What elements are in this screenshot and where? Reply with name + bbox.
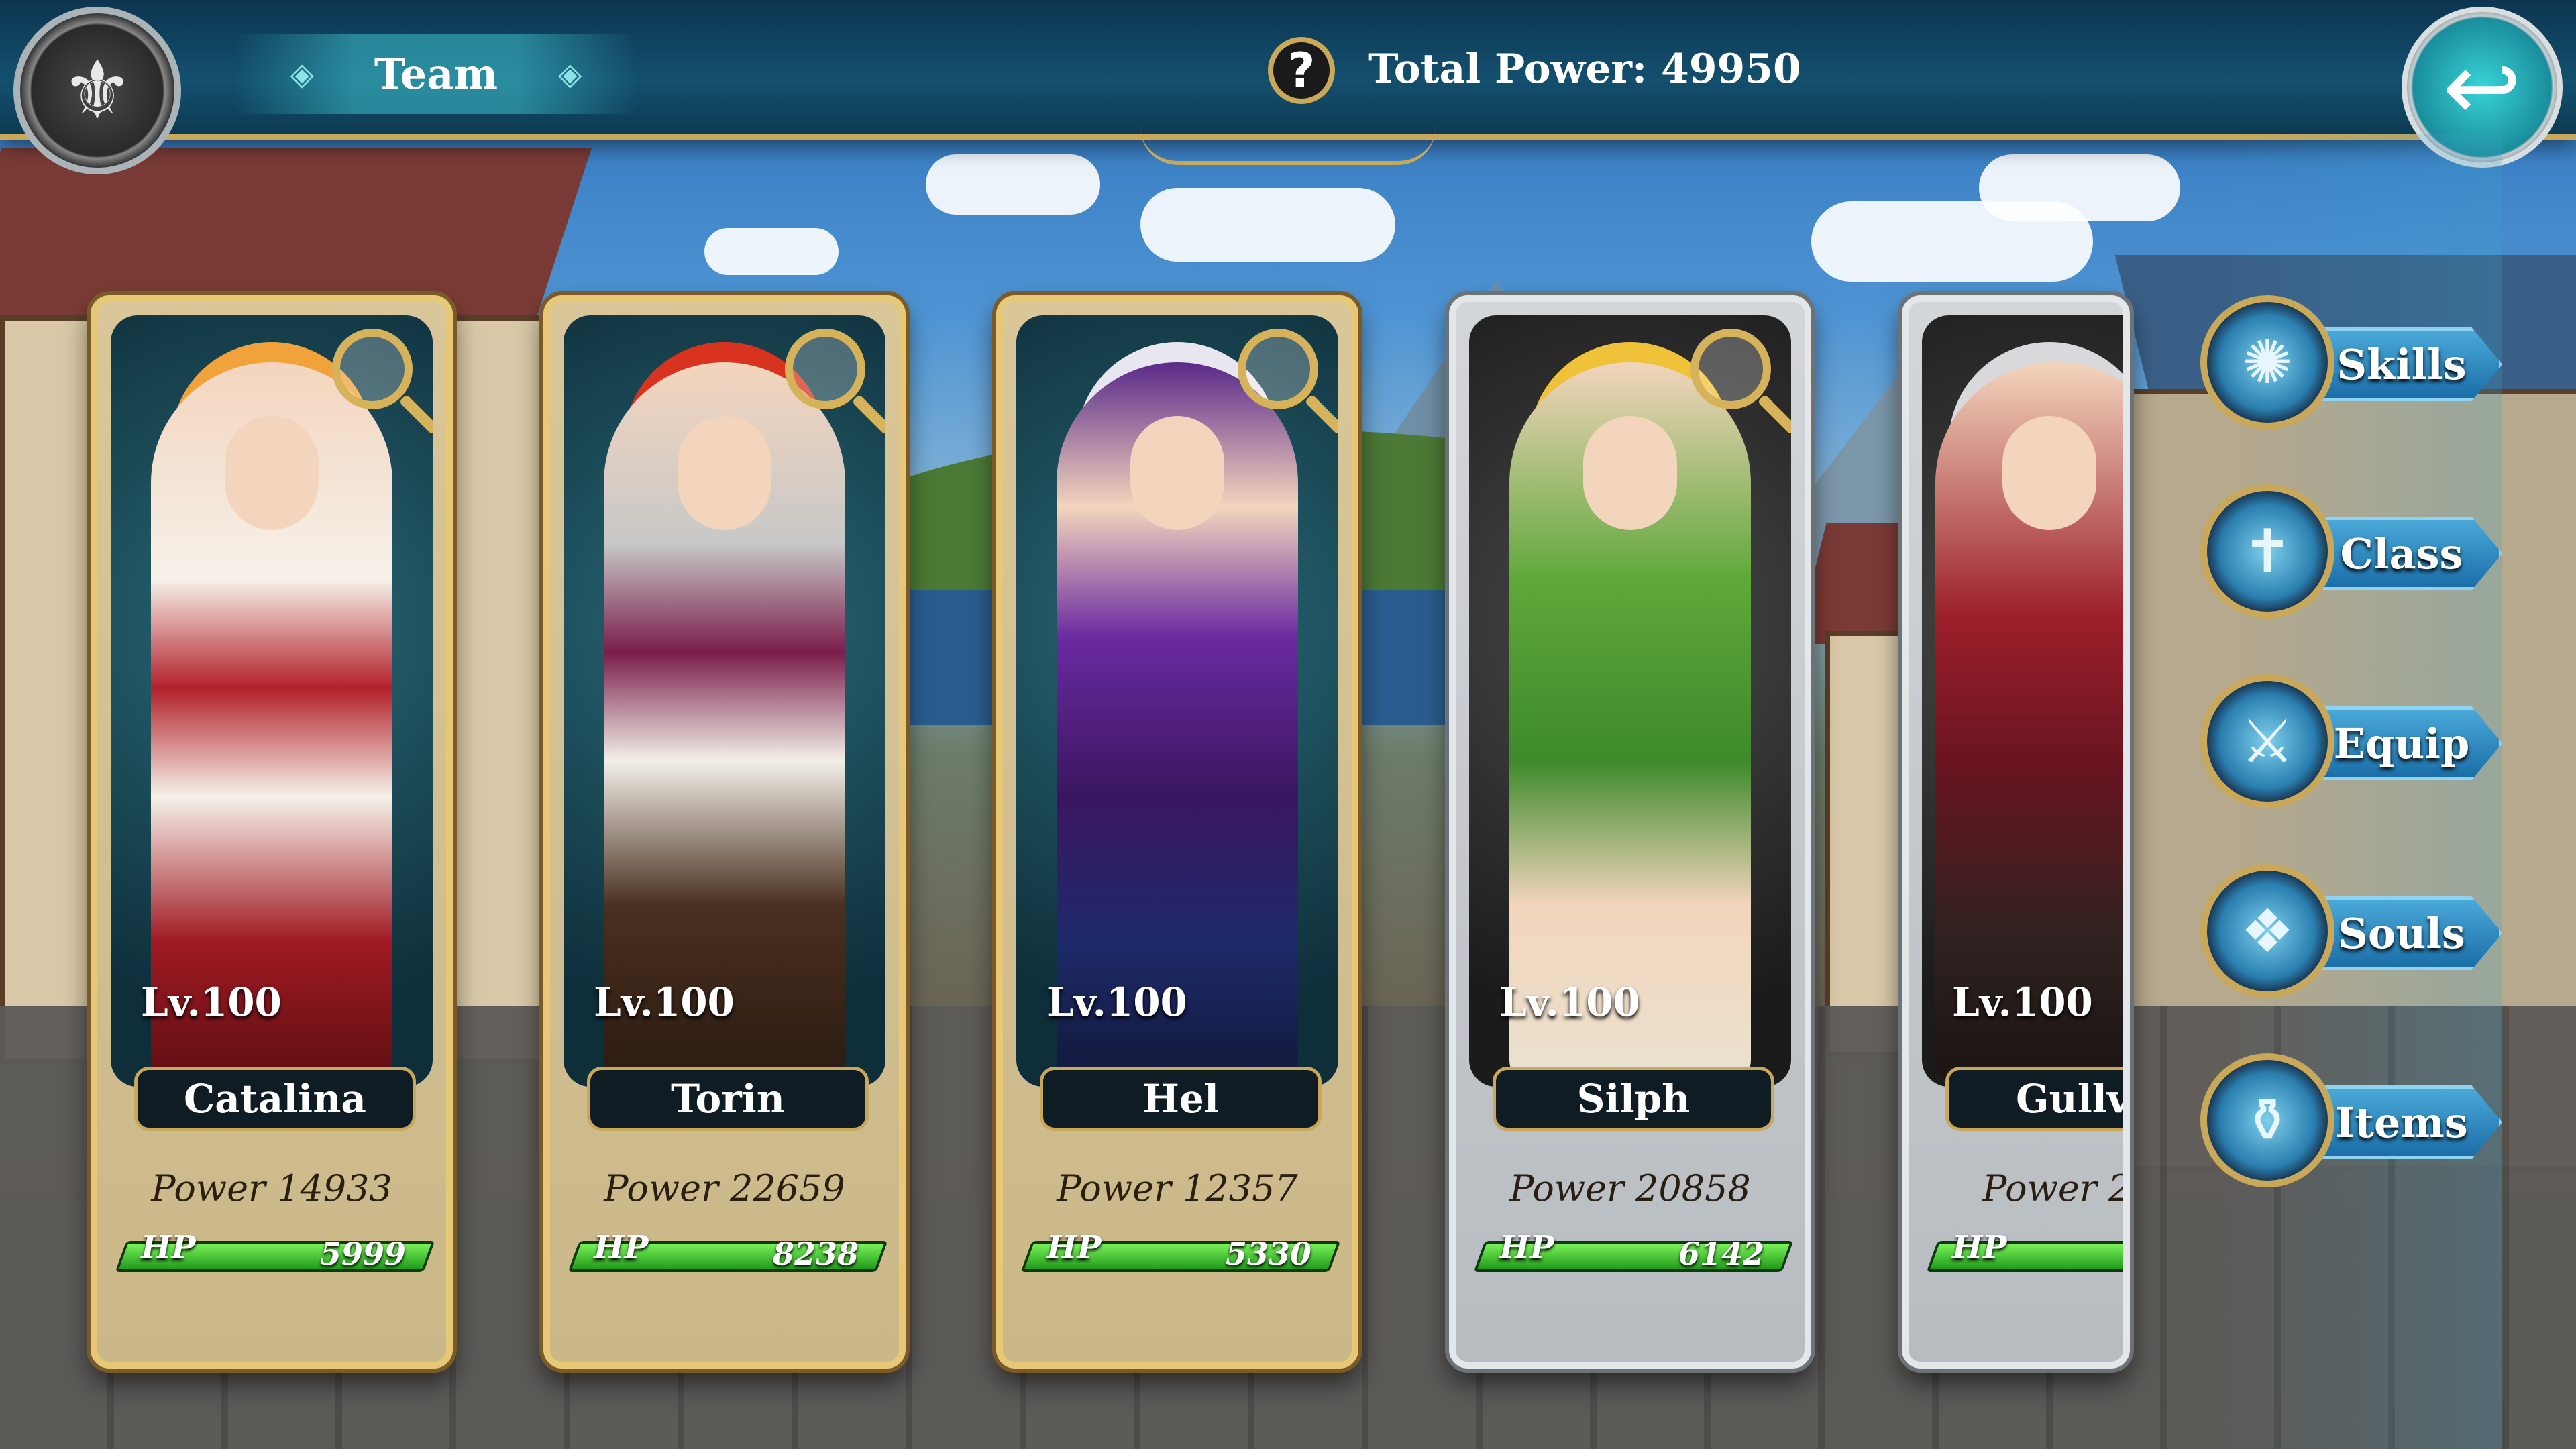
items-glyph-icon: ⚱ [2242, 1085, 2293, 1156]
class-glyph-icon: ✝ [2242, 516, 2293, 587]
hp-label: HP [1046, 1229, 1102, 1267]
hp-label: HP [1499, 1229, 1554, 1267]
back-arrow-icon: ↩ [2443, 32, 2522, 142]
equip-icon: ⚔ [2200, 674, 2334, 808]
hero-portrait [1469, 315, 1791, 1087]
skills-icon: ✺ [2200, 295, 2334, 429]
magnifier-icon[interactable] [1238, 329, 1318, 409]
tab-team-label: Team [374, 49, 498, 99]
hero-level: Lv.100 [1952, 979, 2093, 1025]
hp-value: 5999 [319, 1236, 406, 1272]
hero-card-catalina[interactable]: Lv.100 Catalina Power 14933 HP 5999 [91, 295, 453, 1368]
hp-value: 8238 [772, 1236, 859, 1272]
hp-label: HP [594, 1229, 649, 1267]
hero-face [225, 416, 319, 530]
help-icon[interactable]: ? [1268, 37, 1335, 104]
hero-card-hel[interactable]: Lv.100 Hel Power 12357 HP 5330 [996, 295, 1358, 1368]
skills-glyph-icon: ✺ [2242, 327, 2293, 398]
header-ornament [1140, 127, 1436, 165]
magnifier-icon[interactable] [1690, 329, 1771, 409]
hero-level: Lv.100 [1499, 979, 1640, 1025]
souls-glyph-icon: ❖ [2240, 896, 2295, 967]
hero-name: Torin [587, 1067, 869, 1131]
class-icon: ✝ [2200, 484, 2334, 619]
hero-portrait [111, 315, 433, 1087]
hero-power: Power 12357 [1057, 1167, 1298, 1210]
menu-skills-button[interactable]: Skills ✺ [2167, 295, 2542, 429]
cloud [1979, 154, 2180, 221]
hero-name: Silph [1493, 1067, 1774, 1131]
menu-items-button[interactable]: Items ⚱ [2167, 1053, 2542, 1187]
hp-value: 6142 [1678, 1236, 1764, 1272]
hp-label: HP [1952, 1229, 2007, 1267]
hp-value: 5330 [1225, 1236, 1311, 1272]
diamond-ornament-icon: ◈ [290, 56, 314, 92]
hero-face [1583, 416, 1677, 530]
hero-portrait [1922, 315, 2123, 1087]
items-icon: ⚱ [2200, 1053, 2334, 1187]
souls-icon: ❖ [2200, 864, 2334, 998]
question-mark-icon: ? [1287, 43, 1316, 98]
hero-face [678, 416, 771, 530]
menu-equip-button[interactable]: Equip ⚔ [2167, 674, 2542, 808]
hero-level: Lv.100 [1046, 979, 1187, 1025]
hero-face [1130, 416, 1224, 530]
hero-power: Power 22659 [604, 1167, 845, 1210]
hero-power: Power 2 [1982, 1167, 2130, 1210]
hero-name: Gullve [1945, 1067, 2123, 1131]
fleur-de-lis-emblem-icon[interactable]: ⚜ [13, 7, 181, 174]
hero-name: Catalina [134, 1067, 416, 1131]
hero-level: Lv.100 [141, 979, 282, 1025]
cloud [1140, 188, 1395, 262]
hero-name: Hel [1040, 1067, 1322, 1131]
hp-label: HP [141, 1229, 196, 1267]
hero-power: Power 20858 [1509, 1167, 1751, 1210]
hero-portrait [564, 315, 885, 1087]
hero-portrait [1016, 315, 1338, 1087]
hero-card-torin[interactable]: Lv.100 Torin Power 22659 HP 8238 [543, 295, 906, 1368]
diamond-ornament-icon: ◈ [558, 56, 582, 92]
hero-face [2002, 416, 2096, 530]
cloud [926, 154, 1100, 215]
hero-card-silph[interactable]: Lv.100 Silph Power 20858 HP 6142 [1449, 295, 1811, 1368]
cloud [704, 228, 839, 275]
menu-souls-button[interactable]: Souls ❖ [2167, 864, 2542, 998]
equip-glyph-icon: ⚔ [2240, 706, 2295, 777]
total-power-label: Total Power: 49950 [1368, 46, 1801, 93]
fleur-de-lis-icon: ⚜ [61, 44, 133, 138]
magnifier-icon[interactable] [332, 329, 413, 409]
tab-team[interactable]: ◈ Team ◈ [235, 34, 637, 114]
hero-power: Power 14933 [151, 1167, 392, 1210]
hero-level: Lv.100 [594, 979, 735, 1025]
hero-card-gullve[interactable]: Lv.100 Gullve Power 2 HP [1902, 295, 2130, 1368]
menu-class-button[interactable]: Class ✝ [2167, 484, 2542, 619]
magnifier-icon[interactable] [785, 329, 865, 409]
